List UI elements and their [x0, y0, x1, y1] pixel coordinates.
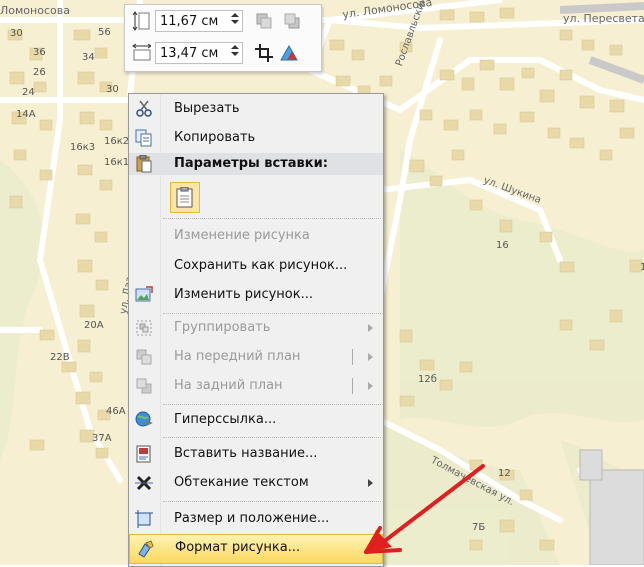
- red-arrow-annotation: [364, 464, 485, 554]
